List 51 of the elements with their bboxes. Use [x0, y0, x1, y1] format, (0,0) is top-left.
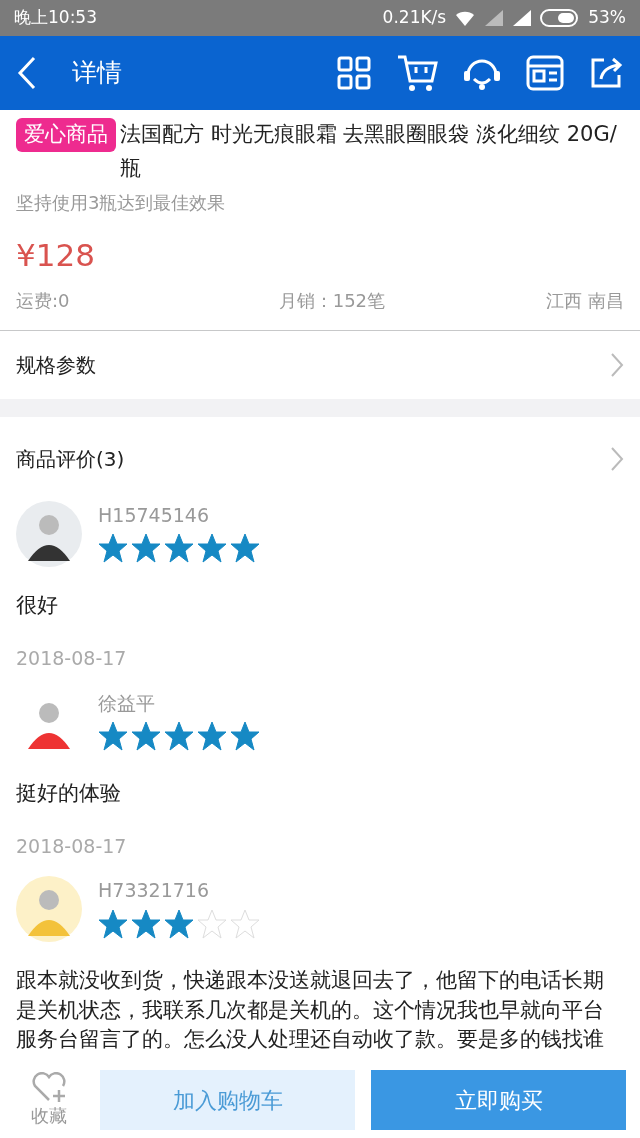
- wifi-icon: [454, 9, 477, 27]
- review-text: 跟本就没收到货，快递跟本没送就退回去了，他留下的电话长期是关机状态，我联系几次都是关机的。这个情况我也早就向平台服务台留言了的。怎么没人处理还自动收了款。要是多的钱找谁: [16, 967, 605, 1054]
- user-name: H15745146: [98, 502, 210, 528]
- review-text: 挺好的体验: [16, 779, 122, 807]
- user-name: H73321716: [98, 878, 210, 904]
- empty-star-icon: [197, 908, 227, 939]
- chevron-icon: [610, 351, 624, 378]
- shipping-fee: 运费:0: [16, 288, 70, 313]
- buy-now-button[interactable]: 立即购买: [371, 1070, 626, 1130]
- heart-plus-icon: [31, 1071, 67, 1102]
- network-speed: 0.21K/s: [382, 6, 447, 30]
- star-icon: [164, 908, 194, 939]
- battery-level: 53%: [588, 6, 626, 30]
- product-title: 法国配方 时光无痕眼霜 去黑眼圈眼袋 淡化细纹 20G/瓶: [120, 121, 618, 182]
- star-icon: [131, 721, 161, 752]
- avatar-icon: [16, 876, 82, 943]
- star-icon: [230, 721, 260, 752]
- user-name: 徐益平: [98, 690, 156, 716]
- star-icon: [164, 533, 194, 564]
- review-date: 2018-08-17: [16, 646, 128, 672]
- star-icon: [131, 533, 161, 564]
- review-date: 2018-08-17: [16, 833, 128, 859]
- star-icon: [131, 908, 161, 939]
- news-icon[interactable]: [526, 55, 564, 91]
- empty-star-icon: [230, 908, 260, 939]
- page-title: 详情: [72, 57, 122, 90]
- star-icon: [98, 721, 128, 752]
- back-icon[interactable]: [16, 55, 38, 91]
- star-icon: [197, 721, 227, 752]
- star-icon: [98, 908, 128, 939]
- location: 江西 南昌: [546, 288, 624, 313]
- chevron-icon: [610, 445, 624, 472]
- signal-icon: [484, 9, 505, 27]
- specs-link[interactable]: 规格参数: [16, 349, 96, 380]
- signal-icon: [512, 9, 533, 27]
- clock-time: 晚上10:53: [14, 6, 97, 30]
- star-icon: [230, 533, 260, 564]
- add-to-cart-button[interactable]: 加入购物车: [100, 1070, 355, 1130]
- monthly-sales: 月销：152笔: [278, 288, 386, 313]
- reviews-title[interactable]: 商品评价(3): [16, 443, 125, 474]
- star-icon: [197, 533, 227, 564]
- review-text: 很好: [16, 591, 59, 619]
- star-icon: [98, 533, 128, 564]
- favorite-button[interactable]: 收藏: [14, 1071, 84, 1129]
- avatar-icon: [16, 500, 82, 567]
- product-subtitle: 坚持使用3瓶达到最佳效果: [16, 191, 227, 216]
- star-icon: [164, 721, 194, 752]
- cart-icon[interactable]: [396, 53, 438, 93]
- product-tag: 爱心商品: [16, 118, 116, 152]
- battery-icon: [540, 8, 581, 28]
- product-price: ¥128: [16, 236, 96, 276]
